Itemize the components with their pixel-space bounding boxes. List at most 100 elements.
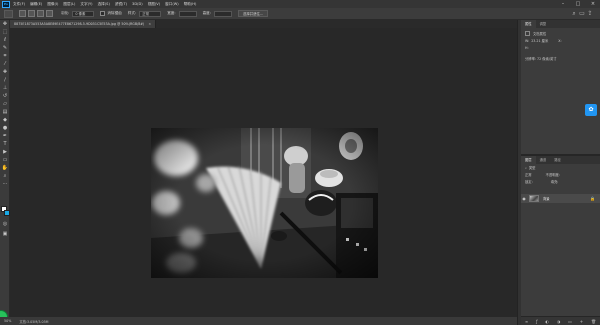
- menu-3d[interactable]: 3D(D): [132, 2, 143, 6]
- height-input[interactable]: [214, 10, 232, 17]
- healing-brush-tool-icon[interactable]: ✚: [0, 68, 10, 76]
- menu-bar: Ps 文件(F) 编辑(E) 图像(I) 图层(L) 文字(Y) 选择(S) 滤…: [0, 0, 600, 8]
- feather-input[interactable]: 0 像素: [72, 10, 95, 17]
- blend-mode-select[interactable]: 正常: [525, 172, 532, 177]
- layer-row-background[interactable]: ◉ 背景 🔒: [521, 194, 600, 203]
- add-to-selection-icon[interactable]: [28, 10, 35, 17]
- rectangle-tool-icon[interactable]: ▭: [0, 156, 10, 164]
- select-and-mask-button[interactable]: 选择并遮住...: [238, 10, 269, 17]
- intersect-selection-icon[interactable]: [46, 10, 53, 17]
- properties-size-row: W: 23.21 厘米 X:: [521, 37, 600, 44]
- link-layers-icon[interactable]: ∞: [525, 319, 528, 324]
- blend-row: 正常 不透明度:: [521, 171, 600, 178]
- photo-content: [151, 128, 378, 278]
- document-tab-title: 8875E1873A553A5A8E89E477E8671298-5-9D051…: [14, 22, 145, 26]
- layer-thumbnail: [529, 195, 539, 202]
- layer-style-icon[interactable]: ƒ: [536, 319, 537, 324]
- menu-select[interactable]: 选择(S): [98, 2, 110, 7]
- layer-name[interactable]: 背景: [543, 196, 550, 201]
- menu-edit[interactable]: 编辑(E): [30, 2, 42, 7]
- zoom-tool-icon[interactable]: ⌕: [0, 172, 10, 180]
- height-label: H:: [525, 45, 529, 50]
- tab-properties[interactable]: 属性: [521, 20, 536, 28]
- tab-adjustments[interactable]: 调整: [536, 20, 551, 28]
- style-label: 样式:: [127, 11, 137, 15]
- properties-panel: 属性 调整 文档属性 W: 23.21 厘米 X: H: 分辨率: 72 像素/…: [521, 20, 600, 155]
- new-layer-icon[interactable]: +: [580, 319, 583, 324]
- document-info[interactable]: 文档:3.05M/3.05M: [19, 319, 48, 324]
- clone-stamp-tool-icon[interactable]: ⊥: [0, 84, 10, 92]
- zoom-level[interactable]: 50%: [4, 319, 11, 323]
- width-value[interactable]: 23.21 厘米: [531, 38, 548, 43]
- share-icon[interactable]: ⇪: [586, 10, 594, 18]
- subtract-selection-icon[interactable]: [37, 10, 44, 17]
- quick-select-tool-icon[interactable]: ✎: [0, 44, 10, 52]
- lasso-tool-icon[interactable]: ℓ: [0, 36, 10, 44]
- options-right: ⌕ ▭ ⇪: [570, 10, 594, 18]
- marquee-tool-icon[interactable]: ⬚: [0, 28, 10, 36]
- canvas-area[interactable]: [10, 28, 517, 317]
- height-label: 高度:: [202, 11, 211, 15]
- lock-row: 锁定: 填充:: [521, 178, 600, 185]
- tool-preset-picker[interactable]: [4, 9, 13, 18]
- properties-height-row: H:: [521, 44, 600, 51]
- menu-help[interactable]: 帮助(H): [184, 2, 197, 7]
- dodge-tool-icon[interactable]: ●: [0, 124, 10, 132]
- delete-layer-icon[interactable]: 🗑: [591, 319, 596, 324]
- width-label: W:: [525, 38, 530, 43]
- eyedropper-tool-icon[interactable]: ⁄: [0, 60, 10, 68]
- menu-filter[interactable]: 滤镜(T): [115, 2, 127, 7]
- properties-title: 文档属性: [533, 32, 547, 36]
- menu-image[interactable]: 图像(I): [47, 2, 58, 7]
- add-mask-icon[interactable]: ◐: [545, 319, 549, 324]
- menu-type[interactable]: 文字(Y): [80, 2, 92, 7]
- tab-layers[interactable]: 图层: [521, 156, 536, 164]
- search-icon[interactable]: ⌕: [570, 10, 578, 18]
- width-input[interactable]: [178, 10, 197, 17]
- close-tab-icon[interactable]: ×: [148, 20, 151, 28]
- app-logo: Ps: [2, 0, 10, 8]
- edit-toolbar-icon[interactable]: ⋯: [0, 180, 10, 188]
- blur-tool-icon[interactable]: ◆: [0, 116, 10, 124]
- path-select-tool-icon[interactable]: ▶: [0, 148, 10, 156]
- close-button[interactable]: ×: [588, 0, 598, 8]
- lock-icon: 🔒: [590, 196, 595, 201]
- new-selection-icon[interactable]: [19, 10, 26, 17]
- menu-layer[interactable]: 图层(L): [63, 2, 75, 7]
- lock-label: 锁定:: [525, 180, 533, 184]
- tab-channels[interactable]: 通道: [536, 156, 551, 164]
- opacity-label: 不透明度:: [545, 173, 560, 177]
- gradient-tool-icon[interactable]: ▤: [0, 108, 10, 116]
- antialias-checkbox[interactable]: [100, 11, 106, 16]
- pen-tool-icon[interactable]: ✒: [0, 132, 10, 140]
- hand-tool-icon[interactable]: ✋: [0, 164, 10, 172]
- minimize-button[interactable]: –: [558, 0, 568, 8]
- quick-mask-icon[interactable]: ◎: [0, 220, 10, 228]
- move-tool-icon[interactable]: ✥: [0, 20, 10, 28]
- menu-view[interactable]: 视图(V): [148, 2, 160, 7]
- antialias-label: 消除锯齿: [107, 11, 122, 15]
- document-tab-bar: 8875E1873A553A5A8E89E477E8671298-5-9D051…: [10, 20, 517, 28]
- visibility-eye-icon[interactable]: ◉: [521, 196, 527, 201]
- document-image[interactable]: [151, 128, 378, 278]
- maximize-button[interactable]: □: [573, 0, 583, 8]
- tab-paths[interactable]: 路径: [550, 156, 565, 164]
- assistant-widget-icon[interactable]: ✿: [585, 104, 597, 116]
- menu-file[interactable]: 文件(F): [13, 2, 25, 7]
- workspace-icon[interactable]: ▭: [578, 10, 586, 18]
- new-group-icon[interactable]: ▭: [568, 319, 572, 324]
- type-tool-icon[interactable]: T: [0, 140, 10, 148]
- eraser-tool-icon[interactable]: ▱: [0, 100, 10, 108]
- menu-window[interactable]: 窗口(W): [165, 2, 179, 7]
- brush-tool-icon[interactable]: ∕: [0, 76, 10, 84]
- layer-filter-row: ⌕ 类型: [521, 164, 600, 171]
- crop-tool-icon[interactable]: ⌗: [0, 52, 10, 60]
- history-brush-tool-icon[interactable]: ↺: [0, 92, 10, 100]
- layer-kind-select[interactable]: 类型: [529, 165, 536, 170]
- screen-mode-icon[interactable]: ▣: [0, 230, 10, 238]
- x-label: X:: [558, 38, 562, 43]
- style-select[interactable]: 正常: [139, 10, 162, 17]
- filter-icon: ⌕: [525, 165, 527, 170]
- document-tab[interactable]: 8875E1873A553A5A8E89E477E8671298-5-9D051…: [10, 20, 157, 28]
- adjustment-layer-icon[interactable]: ◑: [557, 319, 561, 324]
